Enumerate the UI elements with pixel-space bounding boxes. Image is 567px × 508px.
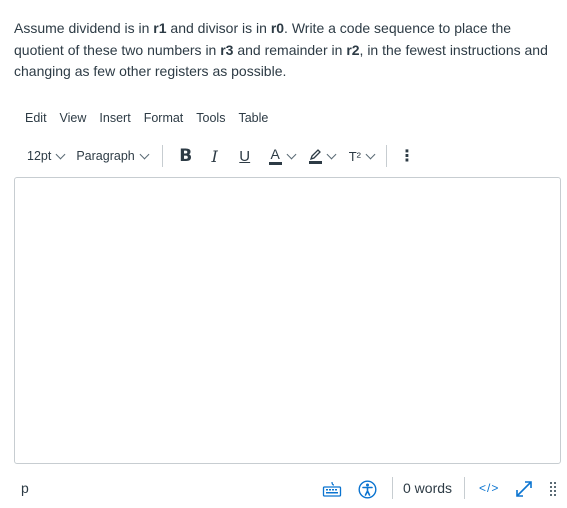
toolbar-divider (161, 145, 163, 167)
menu-insert[interactable]: Insert (99, 111, 130, 129)
superscript-icon: T² (348, 148, 361, 164)
register-name: r3 (220, 41, 234, 58)
bold-icon: B (179, 146, 193, 166)
more-options-button[interactable]: ⋮ (399, 146, 415, 166)
statusbar-divider (392, 477, 393, 499)
superscript-button[interactable]: T² (348, 148, 376, 164)
question-text-segment: and remainder in (233, 41, 347, 58)
toolbar-divider (386, 145, 387, 167)
chevron-down-icon (365, 149, 376, 159)
menu-edit[interactable]: Edit (25, 111, 47, 129)
resize-handle[interactable] (548, 480, 558, 498)
text-color-button[interactable]: A (268, 147, 297, 165)
italic-icon: I (211, 146, 218, 166)
text-color-icon: A (268, 147, 282, 165)
highlighter-icon (308, 148, 322, 164)
fullscreen-button[interactable] (513, 478, 535, 500)
block-format-value: Paragraph (76, 149, 135, 163)
chevron-down-icon (139, 149, 150, 159)
element-path[interactable]: p (21, 480, 29, 496)
keyboard-shortcuts-button[interactable] (321, 480, 343, 498)
bold-button[interactable]: B (179, 146, 193, 166)
register-name: r2 (346, 41, 360, 58)
register-name: r1 (153, 20, 167, 36)
menu-format[interactable]: Format (144, 111, 184, 129)
underline-icon: U (239, 147, 251, 165)
chevron-down-icon (286, 149, 297, 159)
more-vertical-icon: ⋮ (399, 148, 415, 165)
chevron-down-icon (55, 149, 66, 159)
editor-statusbar: p 0 words </> (0, 476, 567, 502)
italic-button[interactable]: I (209, 147, 221, 166)
keyboard-icon (322, 481, 342, 497)
html-editor-toggle[interactable]: </> (479, 481, 499, 495)
highlight-color-button[interactable] (308, 148, 337, 164)
accessibility-checker-button[interactable] (357, 479, 377, 499)
chevron-down-icon (326, 149, 337, 159)
register-name: r0 (270, 20, 285, 36)
editor-toolbar: 12pt Paragraph B I U A T² ⋮ (27, 145, 415, 167)
font-size-value: 12pt (27, 149, 52, 163)
word-count[interactable]: 0 words (403, 480, 452, 496)
statusbar-divider (464, 477, 465, 499)
menu-table[interactable]: Table (238, 111, 268, 129)
question-text: Assume dividend is in r1 and divisor is … (14, 18, 554, 83)
underline-button[interactable]: U (239, 148, 251, 165)
rich-text-editor-area[interactable] (14, 177, 561, 464)
editor-menubar: Edit View Insert Format Tools Table (25, 111, 281, 129)
menu-tools[interactable]: Tools (196, 111, 225, 129)
question-text-segment: Assume dividend is in (14, 20, 154, 36)
block-format-dropdown[interactable]: Paragraph (76, 149, 150, 163)
question-text-segment: and divisor is in (166, 20, 271, 36)
font-size-dropdown[interactable]: 12pt (27, 149, 66, 163)
expand-icon (516, 481, 532, 497)
accessibility-icon (357, 479, 377, 499)
drag-handle-icon (550, 482, 556, 496)
menu-view[interactable]: View (60, 111, 87, 129)
